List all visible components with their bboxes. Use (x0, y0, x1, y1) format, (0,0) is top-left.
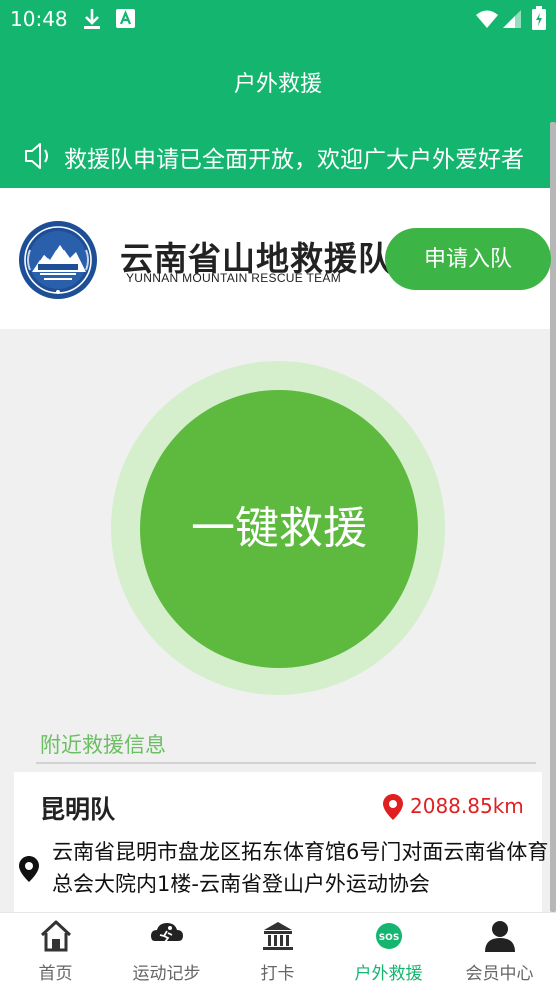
download-icon (84, 9, 100, 29)
apply-join-button[interactable]: 申请入队 (385, 228, 551, 290)
section-divider (36, 762, 536, 764)
running-icon (151, 923, 183, 943)
app-header: 户外救援 (0, 38, 556, 122)
rescue-team-card[interactable]: 昆明队 2088.85km 云南省昆明市盘龙区拓东体育馆6号门对面云南省体育总会… (14, 772, 548, 912)
rescue-team-address: 云南省昆明市盘龙区拓东体育馆6号门对面云南省体育总会大院内1楼-云南省登山户外运… (52, 840, 549, 896)
tab-member-center[interactable]: 会员中心 (444, 913, 555, 988)
team-logo (19, 221, 97, 299)
rescue-team-distance: 2088.85km (410, 794, 524, 818)
one-key-rescue-button[interactable]: 一键救援 (140, 390, 418, 668)
speaker-icon (25, 143, 48, 169)
status-time: 10:48 (10, 7, 68, 31)
status-bar: 10:48 (0, 0, 556, 38)
checkin-icon (263, 922, 293, 950)
bottom-tab-bar: 首页 运动记步 打卡 SOS 户外救援 会员中心 (0, 912, 556, 988)
scrollbar[interactable] (550, 122, 556, 912)
tab-checkin-label: 打卡 (260, 964, 295, 984)
rescue-team-name: 昆明队 (40, 795, 116, 824)
notification-app-icon (116, 9, 135, 28)
tab-outdoor-rescue[interactable]: SOS 户外救援 (333, 913, 444, 988)
tab-step-counter[interactable]: 运动记步 (111, 913, 222, 988)
location-pin-icon (383, 794, 403, 820)
wifi-icon (476, 10, 498, 28)
svg-text:SOS: SOS (379, 933, 400, 943)
person-icon (485, 921, 515, 952)
address-pin-icon (19, 856, 39, 882)
tab-member-center-label: 会员中心 (465, 964, 534, 984)
nearby-rescue-title: 附近救援信息 (40, 733, 166, 757)
battery-icon (532, 6, 546, 30)
home-icon (40, 920, 72, 952)
team-name-english: YUNNAN MOUNTAIN RESCUE TEAM (126, 271, 342, 285)
tab-home[interactable]: 首页 (0, 913, 111, 988)
page-title: 户外救援 (233, 72, 322, 97)
cellular-signal-icon (503, 10, 521, 28)
notice-bar: 救援队申请已全面开放，欢迎广大户外爱好者 (0, 122, 556, 188)
tab-home-label: 首页 (38, 964, 73, 984)
sos-icon: SOS (376, 923, 402, 949)
tab-outdoor-rescue-label: 户外救援 (354, 964, 423, 984)
notice-text: 救援队申请已全面开放，欢迎广大户外爱好者 (64, 147, 524, 173)
tab-step-counter-label: 运动记步 (132, 964, 201, 984)
team-banner: 云南省山地救援队 YUNNAN MOUNTAIN RESCUE TEAM 申请入… (0, 188, 551, 329)
tab-checkin[interactable]: 打卡 (222, 913, 333, 988)
